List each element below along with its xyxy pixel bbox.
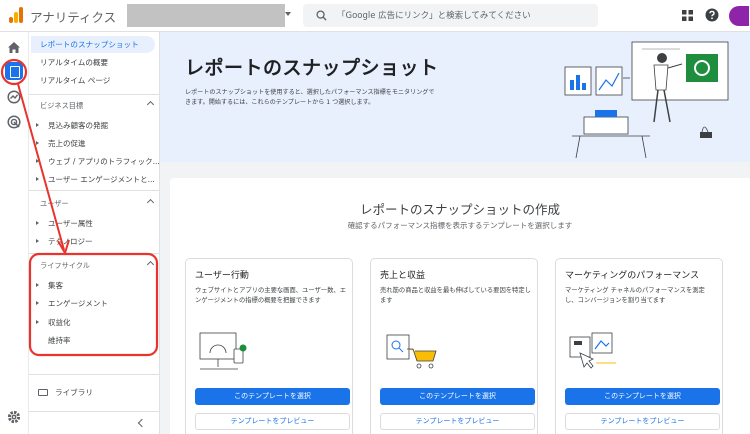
expand-arrow-icon [36, 123, 39, 127]
page-description: レポートのスナップショットを使用すると、選択したパフォーマンス指標をモニタリング… [185, 89, 435, 106]
collapse-sidebar-icon[interactable] [137, 418, 147, 428]
section-business-objectives[interactable]: ビジネス目標 [40, 100, 155, 111]
select-template-button[interactable]: このテンプレートを選択 [565, 388, 720, 405]
sidebar-item-realtime-pages[interactable]: リアルタイム ページ [40, 72, 110, 89]
search-bar[interactable]: 「Google 広告にリンク」と検索してみてください [303, 4, 598, 27]
top-bar: アナリティクス 「Google 広告にリンク」と検索してみてください [0, 0, 750, 32]
section-label: ユーザー [40, 199, 69, 208]
section-label: ビジネス目標 [40, 101, 84, 110]
preview-template-button[interactable]: テンプレートをプレビュー [565, 413, 720, 430]
expand-arrow-icon [36, 283, 39, 287]
divider [29, 253, 160, 254]
sidebar-item-acquisition[interactable]: 集客 [36, 280, 63, 291]
sidebar-item-monetization[interactable]: 収益化 [36, 317, 71, 328]
apps-grid-icon[interactable] [682, 10, 693, 21]
chevron-up-icon [146, 260, 155, 269]
sidebar-item-technology[interactable]: テクノロジー [36, 236, 93, 247]
template-card-sales-revenue[interactable]: 売上と収益 売れ筋の商品と収益を最も伸ばしている要因を特定します このテンプレー… [370, 258, 538, 434]
expand-arrow-icon [36, 221, 39, 225]
avatar[interactable] [729, 6, 749, 26]
explore-icon[interactable] [7, 90, 21, 104]
expand-arrow-icon [36, 239, 39, 243]
sidebar: レポートのスナップショット リアルタイムの概要 リアルタイム ページ ビジネス目… [29, 32, 160, 434]
sidebar-item-retention[interactable]: 維持率 [48, 335, 71, 346]
divider [29, 190, 160, 191]
panel-title: レポートのスナップショットの作成 [359, 202, 560, 217]
section-user[interactable]: ユーザー [40, 198, 155, 209]
sidebar-item-engagement[interactable]: エンゲージメント [36, 298, 108, 309]
sidebar-item-label: 売上の促進 [48, 139, 86, 148]
main-content: レポートのスナップショット レポートのスナップショットを使用すると、選択したパフ… [160, 32, 750, 434]
search-input[interactable]: 「Google 広告にリンク」と検索してみてください [337, 9, 531, 21]
preview-template-button[interactable]: テンプレートをプレビュー [195, 413, 350, 430]
panel-subtitle: 確認するパフォーマンス指標を表示するテンプレートを選択します [347, 221, 573, 230]
sidebar-item-user-engagement[interactable]: ユーザー エンゲージメントと... [36, 174, 155, 185]
analytics-logo-icon [9, 7, 23, 23]
chevron-down-icon[interactable] [285, 12, 291, 16]
sidebar-item-label: 収益化 [48, 318, 71, 327]
sidebar-item-label: ユーザー属性 [48, 219, 93, 228]
card-description: マーケティング チャネルのパフォーマンスを測定し、コンバージョンを割り当てます [565, 287, 705, 304]
sidebar-item-label: エンゲージメント [48, 299, 108, 308]
create-snapshot-panel: レポートのスナップショットの作成 確認するパフォーマンス指標を表示するテンプレー… [170, 178, 750, 434]
sales-revenue-illustration [386, 334, 437, 369]
search-icon [316, 10, 327, 21]
card-title: 売上と収益 [380, 271, 426, 281]
page-title: レポートのスナップショット [185, 57, 439, 79]
divider [29, 411, 160, 412]
account-selector[interactable] [127, 4, 285, 27]
sidebar-item-drive-sales[interactable]: 売上の促進 [36, 138, 86, 149]
hero-illustration [564, 41, 729, 158]
template-card-user-behavior[interactable]: ユーザー行動 ウェブサイトとアプリの主要な画面、ユーザー数、エンゲージメントの指… [185, 258, 353, 434]
expand-arrow-icon [36, 301, 39, 305]
advertising-icon[interactable] [7, 115, 21, 129]
expand-arrow-icon [36, 320, 39, 324]
select-template-button[interactable]: このテンプレートを選択 [380, 388, 535, 405]
settings-icon[interactable] [7, 410, 21, 424]
marketing-illustration [569, 332, 616, 369]
sidebar-item-realtime-overview[interactable]: リアルタイムの概要 [40, 54, 108, 71]
chevron-up-icon [146, 100, 155, 109]
template-card-marketing-performance[interactable]: マーケティングのパフォーマンス マーケティング チャネルのパフォーマンスを測定し… [555, 258, 723, 434]
section-label: ライフサイクル [40, 261, 90, 270]
expand-arrow-icon [36, 177, 39, 181]
sidebar-item-web-app-traffic[interactable]: ウェブ / アプリのトラフィック... [36, 156, 160, 167]
library-label: ライブラリ [55, 388, 93, 397]
app-title: アナリティクス [30, 10, 117, 25]
sidebar-item-label: ウェブ / アプリのトラフィック... [48, 157, 160, 166]
card-title: ユーザー行動 [195, 271, 249, 281]
sidebar-item-label: 見込み顧客の発掘 [48, 121, 108, 130]
preview-template-button[interactable]: テンプレートをプレビュー [380, 413, 535, 430]
expand-arrow-icon [36, 159, 39, 163]
card-description: 売れ筋の商品と収益を最も伸ばしている要因を特定します [380, 287, 531, 304]
card-description: ウェブサイトとアプリの主要な画面、ユーザー数、エンゲージメントの指標の概要を把握… [195, 287, 346, 304]
sidebar-item-lead-generation[interactable]: 見込み顧客の発掘 [36, 120, 108, 131]
reports-icon[interactable] [5, 62, 23, 80]
card-title: マーケティングのパフォーマンス [565, 271, 700, 281]
sidebar-item-label: ユーザー エンゲージメントと... [48, 175, 155, 184]
expand-arrow-icon [36, 141, 39, 145]
folder-icon [38, 389, 48, 396]
divider [29, 94, 160, 95]
section-lifecycle[interactable]: ライフサイクル [40, 260, 155, 271]
chevron-up-icon [146, 198, 155, 207]
sidebar-item-library[interactable]: ライブラリ [38, 387, 93, 398]
sidebar-item-label: テクノロジー [48, 237, 93, 246]
nav-rail [0, 32, 29, 434]
sidebar-item-label: 集客 [48, 281, 63, 290]
sidebar-item-demographics[interactable]: ユーザー属性 [36, 218, 93, 229]
divider [29, 374, 160, 375]
hero-banner: レポートのスナップショット レポートのスナップショットを使用すると、選択したパフ… [160, 32, 750, 162]
help-icon[interactable] [705, 8, 719, 22]
user-behavior-illustration [199, 332, 247, 370]
select-template-button[interactable]: このテンプレートを選択 [195, 388, 350, 405]
home-icon[interactable] [7, 41, 21, 54]
sidebar-item-report-snapshot[interactable]: レポートのスナップショット [31, 36, 155, 53]
